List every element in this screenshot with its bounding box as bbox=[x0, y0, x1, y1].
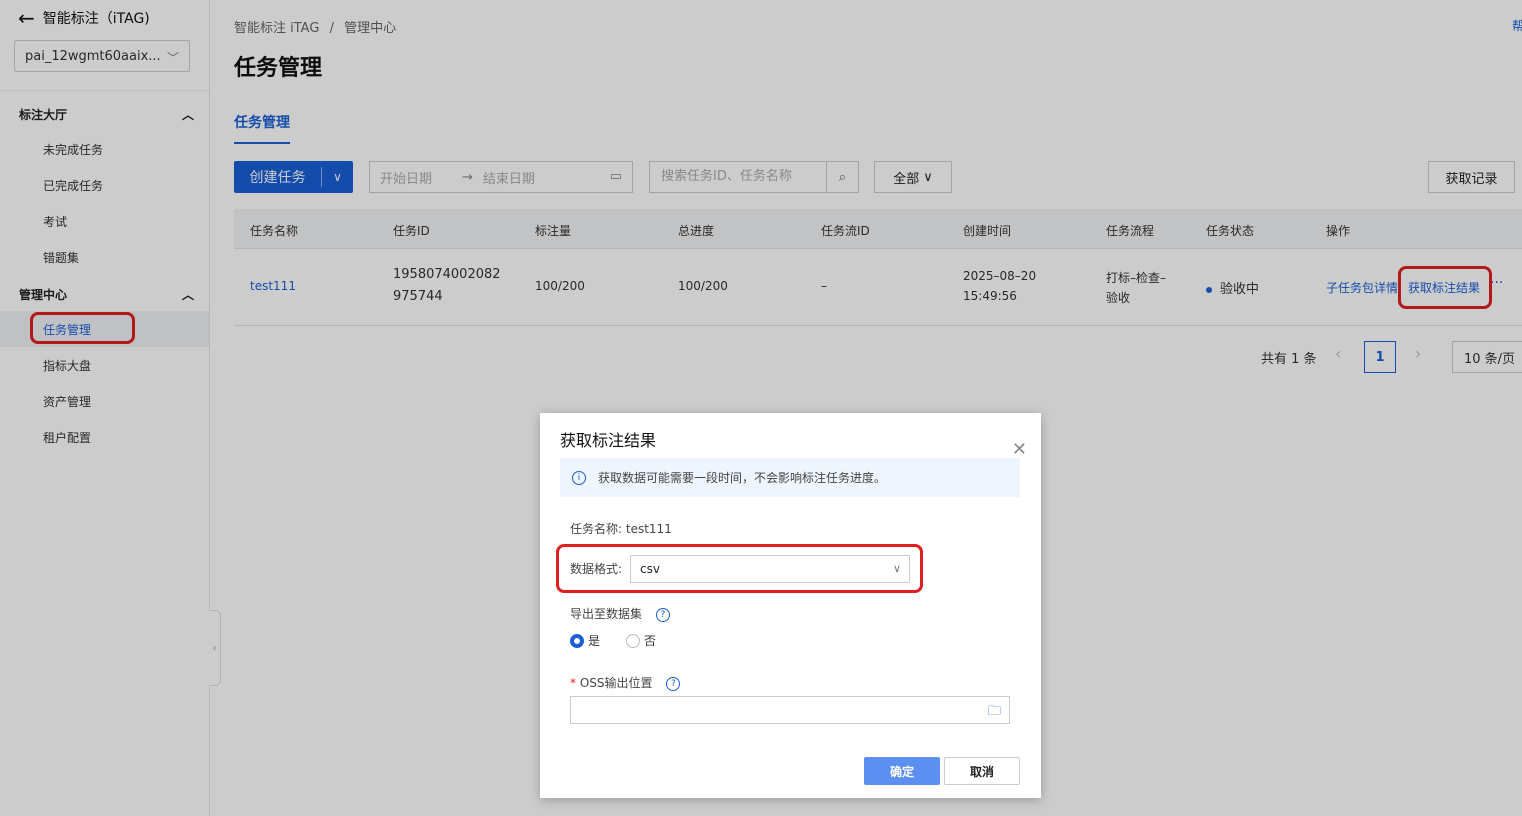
task-name-value: test111 bbox=[625, 522, 672, 536]
cancel-button[interactable]: 取消 bbox=[944, 757, 1020, 785]
dialog-title: 获取标注结果 bbox=[560, 431, 657, 450]
radio-yes-label: 是 bbox=[588, 634, 601, 648]
radio-no-label: 否 bbox=[644, 634, 657, 648]
help-icon[interactable]: ? bbox=[666, 676, 681, 691]
export-dataset-field: 导出至数据集 ? bbox=[570, 605, 670, 622]
info-icon: i bbox=[572, 470, 586, 485]
task-name-label: 任务名称: bbox=[570, 522, 623, 536]
fetch-results-dialog: 获取标注结果 ✕ i 获取数据可能需要一段时间，不会影响标注任务进度。 任务名称… bbox=[540, 413, 1041, 798]
export-dataset-label: 导出至数据集 bbox=[570, 607, 643, 621]
radio-no[interactable] bbox=[626, 633, 641, 648]
export-dataset-radio-group: 是 否 bbox=[570, 632, 656, 649]
radio-yes[interactable] bbox=[570, 633, 584, 648]
highlight-box bbox=[556, 544, 923, 593]
folder-icon[interactable]: 🗀 bbox=[988, 702, 1001, 724]
task-name-field: 任务名称: test111 bbox=[570, 520, 672, 537]
oss-output-input[interactable]: 🗀 bbox=[570, 696, 1010, 724]
confirm-button[interactable]: 确定 bbox=[864, 757, 940, 785]
close-icon[interactable]: ✕ bbox=[1012, 439, 1027, 460]
required-mark: * bbox=[570, 676, 576, 690]
info-text: 获取数据可能需要一段时间，不会影响标注任务进度。 bbox=[598, 471, 887, 485]
info-banner: i 获取数据可能需要一段时间，不会影响标注任务进度。 bbox=[560, 458, 1020, 497]
help-icon[interactable]: ? bbox=[655, 607, 670, 622]
oss-output-field: * OSS输出位置 ? bbox=[570, 674, 681, 691]
oss-output-label: OSS输出位置 bbox=[579, 676, 653, 690]
